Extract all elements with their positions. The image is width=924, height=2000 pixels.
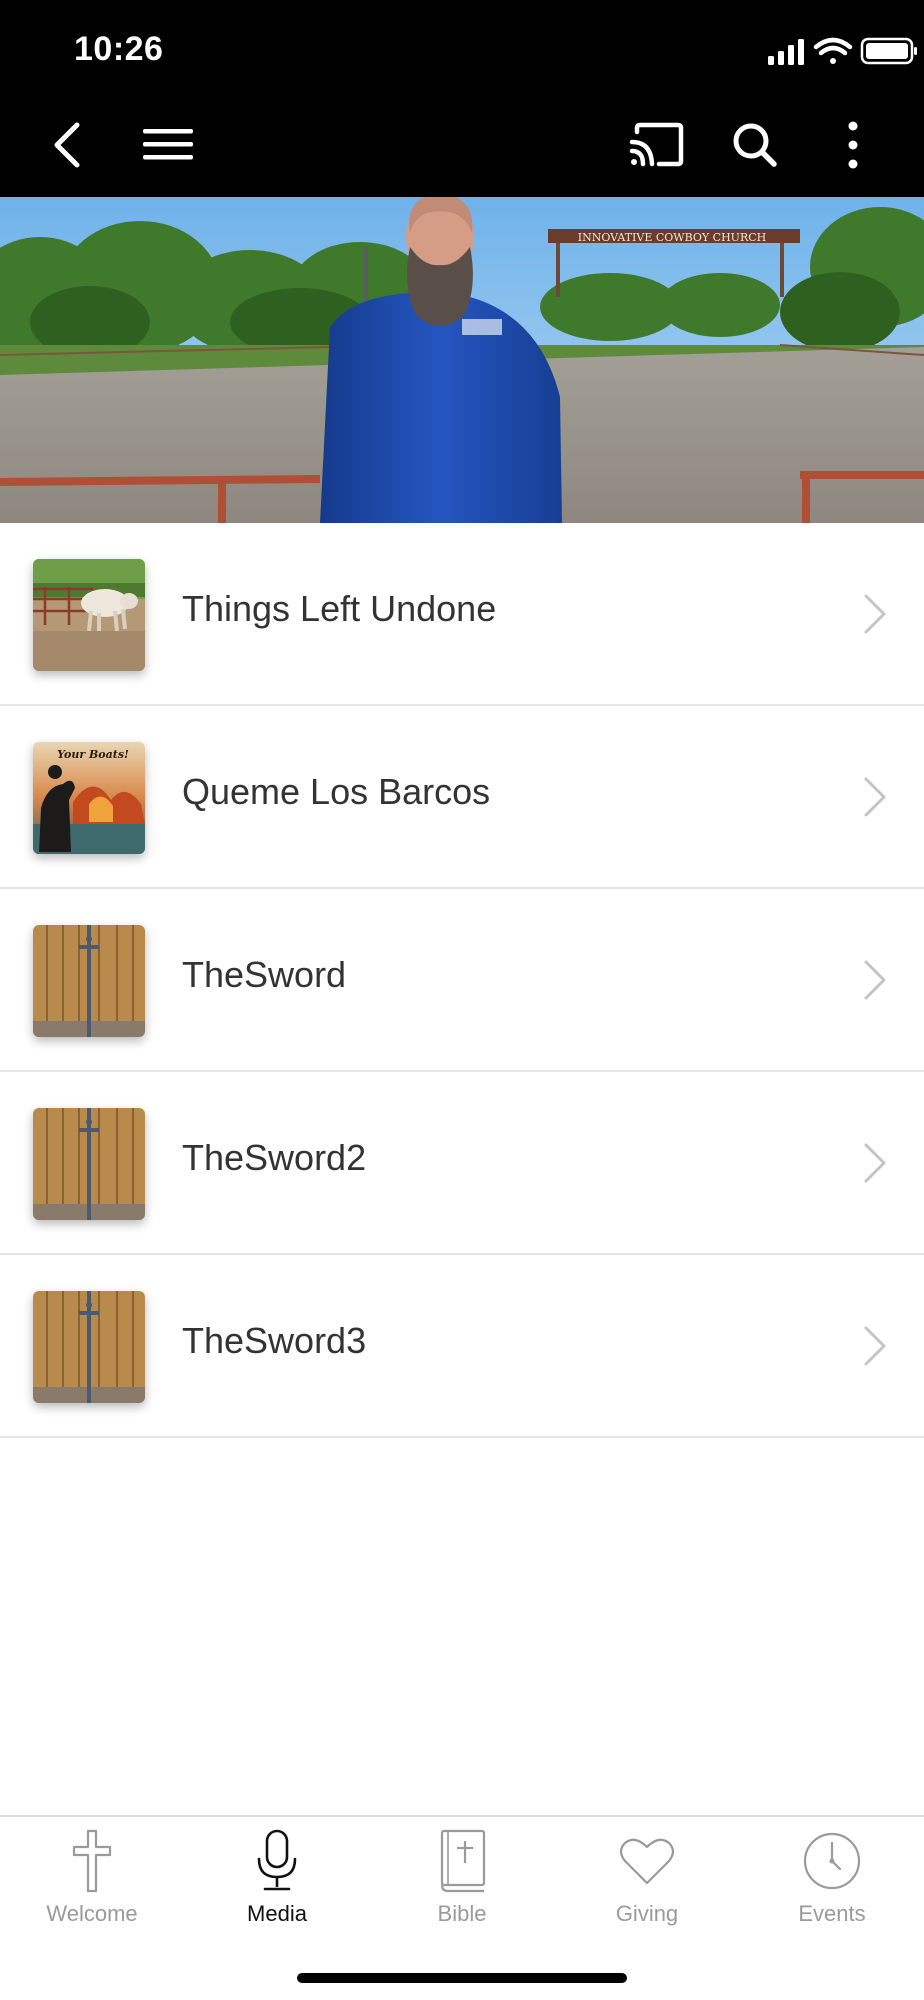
media-title: Things Left Undone	[182, 588, 497, 629]
tab-label: Media	[247, 1901, 307, 1926]
back-button[interactable]	[32, 110, 102, 180]
tab-welcome[interactable]: Welcome	[0, 1829, 184, 1939]
chevron-left-icon	[54, 122, 80, 168]
tab-bible[interactable]: Bible	[370, 1829, 554, 1939]
nav-bar	[0, 110, 924, 190]
bible-icon	[440, 1829, 486, 1893]
cast-button[interactable]	[622, 110, 692, 180]
list-item[interactable]: Things Left Undone	[0, 523, 924, 706]
thumbnail-wooden-door-sword	[33, 1108, 145, 1220]
cellular-signal-icon	[768, 39, 804, 65]
home-indicator[interactable]	[297, 1973, 627, 1983]
list-item[interactable]: TheSword2	[0, 1072, 924, 1255]
tab-media[interactable]: Media	[185, 1829, 369, 1939]
tab-label: Welcome	[46, 1901, 138, 1926]
tab-label: Giving	[615, 1901, 679, 1926]
menu-button[interactable]	[134, 110, 204, 180]
chevron-right-icon	[864, 777, 886, 817]
clock-icon	[803, 1832, 861, 1890]
top-bar: 10:26	[0, 0, 924, 197]
tab-label: Events	[798, 1901, 866, 1926]
list-item[interactable]: TheSword	[0, 889, 924, 1072]
tab-giving[interactable]: Giving	[555, 1829, 739, 1939]
media-title: Queme Los Barcos	[182, 771, 491, 812]
media-title: TheSword	[182, 954, 347, 995]
hero-image: INNOVATIVE COWBOY CHURCH	[0, 197, 924, 523]
hamburger-menu-icon	[143, 129, 193, 160]
list-item[interactable]: TheSword3	[0, 1255, 924, 1438]
chevron-right-icon	[864, 960, 886, 1000]
thumbnail-bull	[33, 559, 145, 671]
media-list: Things Left Undone Your Boats! Queme Los…	[0, 523, 924, 1438]
search-button[interactable]	[720, 110, 790, 180]
thumbnail-wooden-door-sword	[33, 1291, 145, 1403]
media-title: TheSword2	[182, 1137, 367, 1178]
wifi-icon	[813, 37, 853, 64]
heart-icon	[619, 1838, 675, 1885]
cast-icon	[629, 122, 684, 167]
microphone-icon	[257, 1829, 297, 1891]
thumbnail-text: Your Boats!	[57, 748, 129, 761]
chevron-right-icon	[864, 1143, 886, 1183]
gate-sign-text: INNOVATIVE COWBOY CHURCH	[578, 231, 767, 244]
status-time: 10:26	[74, 30, 164, 68]
battery-icon	[860, 37, 917, 65]
more-vertical-icon	[848, 121, 858, 169]
tab-events[interactable]: Events	[740, 1829, 924, 1939]
more-button[interactable]	[818, 110, 888, 180]
chevron-right-icon	[864, 1326, 886, 1366]
list-item[interactable]: Your Boats! Queme Los Barcos	[0, 706, 924, 889]
cross-icon	[72, 1829, 112, 1893]
thumbnail-wooden-door-sword	[33, 925, 145, 1037]
tab-label: Bible	[437, 1901, 487, 1926]
thumbnail-burning-boats: Your Boats!	[33, 742, 145, 854]
status-icons	[724, 34, 924, 68]
search-icon	[733, 123, 777, 167]
chevron-right-icon	[864, 594, 886, 634]
media-title: TheSword3	[182, 1320, 367, 1361]
